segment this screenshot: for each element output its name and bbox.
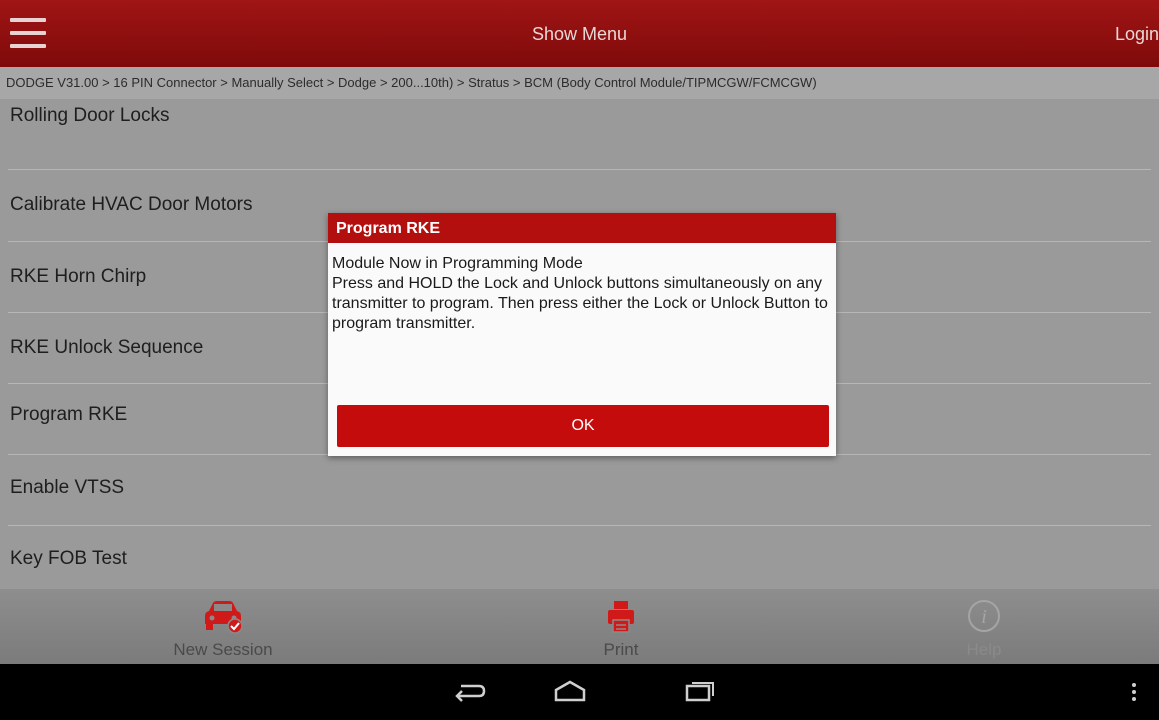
back-icon[interactable] bbox=[452, 678, 488, 711]
recent-apps-icon[interactable] bbox=[681, 678, 717, 711]
dialog-message: Module Now in Programming Mode Press and… bbox=[332, 255, 828, 332]
print-label: Print bbox=[603, 640, 639, 659]
info-icon: i bbox=[966, 598, 1002, 639]
dialog-title: Program RKE bbox=[328, 213, 836, 243]
home-icon[interactable] bbox=[552, 678, 588, 711]
list-item-label: Enable VTSS bbox=[10, 477, 125, 498]
help-label: Help bbox=[966, 640, 1002, 659]
list-item-key-fob-test[interactable]: Key FOB Test bbox=[8, 526, 1151, 597]
bottom-toolbar: New Session Print i Help bbox=[0, 589, 1159, 664]
svg-text:i: i bbox=[981, 606, 987, 628]
help-button[interactable]: i Help bbox=[884, 589, 1084, 664]
ok-button[interactable]: OK bbox=[337, 405, 829, 447]
new-session-label: New Session bbox=[173, 640, 273, 659]
list-item-label: Calibrate HVAC Door Motors bbox=[10, 194, 253, 215]
program-rke-dialog: Program RKE Module Now in Programming Mo… bbox=[328, 213, 836, 456]
new-session-button[interactable]: New Session bbox=[123, 589, 323, 664]
login-link[interactable]: Login bbox=[1115, 24, 1159, 45]
show-menu-title[interactable]: Show Menu bbox=[0, 24, 1159, 45]
list-item-label: Rolling Door Locks bbox=[10, 105, 170, 126]
android-nav-bar bbox=[0, 664, 1159, 720]
overflow-menu-icon[interactable] bbox=[1130, 682, 1138, 709]
list-item-enable-vtss[interactable]: Enable VTSS bbox=[8, 455, 1151, 526]
print-button[interactable]: Print bbox=[521, 589, 721, 664]
list-item-label: Key FOB Test bbox=[10, 548, 127, 569]
car-session-icon bbox=[202, 598, 244, 639]
top-app-bar: Show Menu Login bbox=[0, 0, 1159, 67]
breadcrumb: DODGE V31.00 > 16 PIN Connector > Manual… bbox=[0, 67, 1159, 99]
list-item-rolling-door-locks[interactable]: Rolling Door Locks bbox=[8, 99, 1151, 170]
printer-icon bbox=[606, 598, 636, 639]
